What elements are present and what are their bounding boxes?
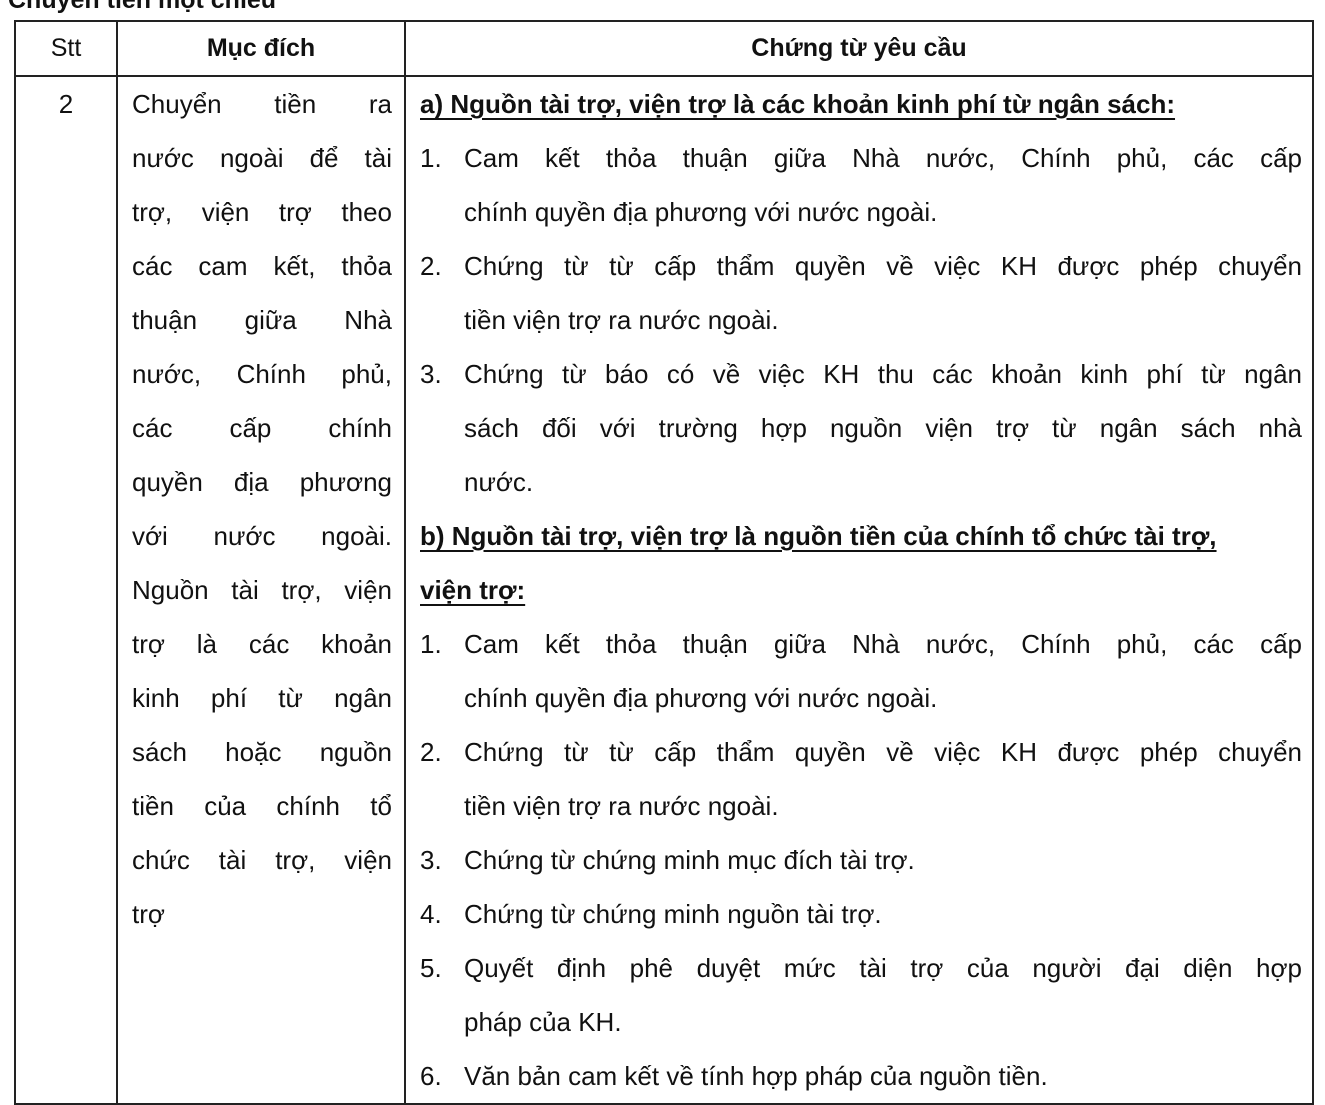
item-text-continued: chính quyền địa phương với nước ngoài. [464,197,938,227]
item-number: 1. [420,629,442,659]
item-text: Chứng từ từ cấp thẩm quyền về việc KH đư… [464,251,1302,281]
list-item: 3. Chứng từ báo có về việc KH thu các kho… [420,347,1302,401]
purpose-line: trợ [132,899,165,929]
section-b-heading: viện trợ: [420,575,526,605]
item-number: 4. [420,899,442,929]
purpose-line: chức tài trợ, viện [132,845,392,875]
item-text-continued: tiền viện trợ ra nước ngoài. [464,305,779,335]
item-number: 3. [420,359,442,389]
purpose-line: nước ngoài để tài [132,143,392,173]
requirements-table: Stt Mục đích Chứng từ yêu cầu 2 Chuyển t… [14,20,1314,1105]
purpose-cell: Chuyển tiền ra nước ngoài để tài trợ, viện… [116,75,406,1105]
item-text: Chứng từ chứng minh mục đích tài trợ. [464,845,915,875]
list-item: 6. Văn bản cam kết về tính hợp pháp của n… [420,1049,1302,1103]
list-item: 5. Quyết định phê duyệt mức tài trợ của n… [420,941,1302,995]
purpose-text: Chuyển tiền ra nước ngoài để tài trợ, viện… [118,77,404,941]
purpose-line: kinh phí từ ngân [132,683,392,713]
purpose-line: nước, Chính phủ, [132,359,392,389]
list-item: 1. Cam kết thỏa thuận giữa Nhà nước, Chín… [420,617,1302,671]
header-documents: Chứng từ yêu cầu [404,20,1314,77]
header-stt: Stt [14,20,118,77]
item-number: 2. [420,251,442,281]
list-item: 2. Chứng từ từ cấp thẩm quyền về việc KH … [420,725,1302,779]
list-item: 2. Chứng từ từ cấp thẩm quyền về việc KH … [420,239,1302,293]
list-item: 1. Cam kết thỏa thuận giữa Nhà nước, Chín… [420,131,1302,185]
item-text-continued: chính quyền địa phương với nước ngoài. [464,683,938,713]
page-heading: Chuyển tiền một chiều [8,0,277,14]
section-b-heading: b) Nguồn tài trợ, viện trợ là nguồn tiền… [420,521,1217,551]
section-a-heading: a) Nguồn tài trợ, viện trợ là các khoản … [420,89,1176,119]
item-text: Chứng từ chứng minh nguồn tài trợ. [464,899,882,929]
documents-cell: a) Nguồn tài trợ, viện trợ là các khoản … [404,75,1314,1105]
item-number: 1. [420,143,442,173]
purpose-line: các cam kết, thỏa [132,251,392,281]
item-text: Chứng từ báo có về việc KH thu các khoản… [464,359,1302,389]
item-text: Văn bản cam kết về tính hợp pháp của ngu… [464,1061,1048,1091]
item-text-continued: tiền viện trợ ra nước ngoài. [464,791,779,821]
table-row: 2 Chuyển tiền ra nước ngoài để tài trợ, vi… [14,75,1314,1105]
table-header-row: Stt Mục đích Chứng từ yêu cầu [14,20,1314,77]
purpose-line: tiền của chính tổ [132,791,392,821]
stt-cell: 2 [14,75,118,1105]
item-text: Cam kết thỏa thuận giữa Nhà nước, Chính … [464,143,1302,173]
purpose-line: thuận giữa Nhà [132,305,392,335]
purpose-line: các cấp chính [132,413,392,443]
item-text: Quyết định phê duyệt mức tài trợ của ngư… [464,953,1302,983]
item-text-continued: sách đối với trường hợp nguồn viện trợ t… [464,413,1302,443]
header-purpose: Mục đích [116,20,406,77]
item-text-continued: nước. [464,467,534,497]
item-text-continued: pháp của KH. [464,1007,622,1037]
purpose-line: trợ là các khoản [132,629,392,659]
purpose-line: quyền địa phương [132,467,392,497]
purpose-line: Chuyển tiền ra [132,89,392,119]
purpose-line: Nguồn tài trợ, viện [132,575,392,605]
item-number: 5. [420,953,442,983]
item-number: 6. [420,1061,442,1091]
list-item: 3. Chứng từ chứng minh mục đích tài trợ. [420,833,1302,887]
item-number: 2. [420,737,442,767]
purpose-line: sách hoặc nguồn [132,737,392,767]
item-text: Cam kết thỏa thuận giữa Nhà nước, Chính … [464,629,1302,659]
purpose-line: trợ, viện trợ theo [132,197,392,227]
item-text: Chứng từ từ cấp thẩm quyền về việc KH đư… [464,737,1302,767]
list-item: 4. Chứng từ chứng minh nguồn tài trợ. [420,887,1302,941]
purpose-line: với nước ngoài. [132,521,392,551]
documents-list: a) Nguồn tài trợ, viện trợ là các khoản … [406,77,1312,1103]
item-number: 3. [420,845,442,875]
